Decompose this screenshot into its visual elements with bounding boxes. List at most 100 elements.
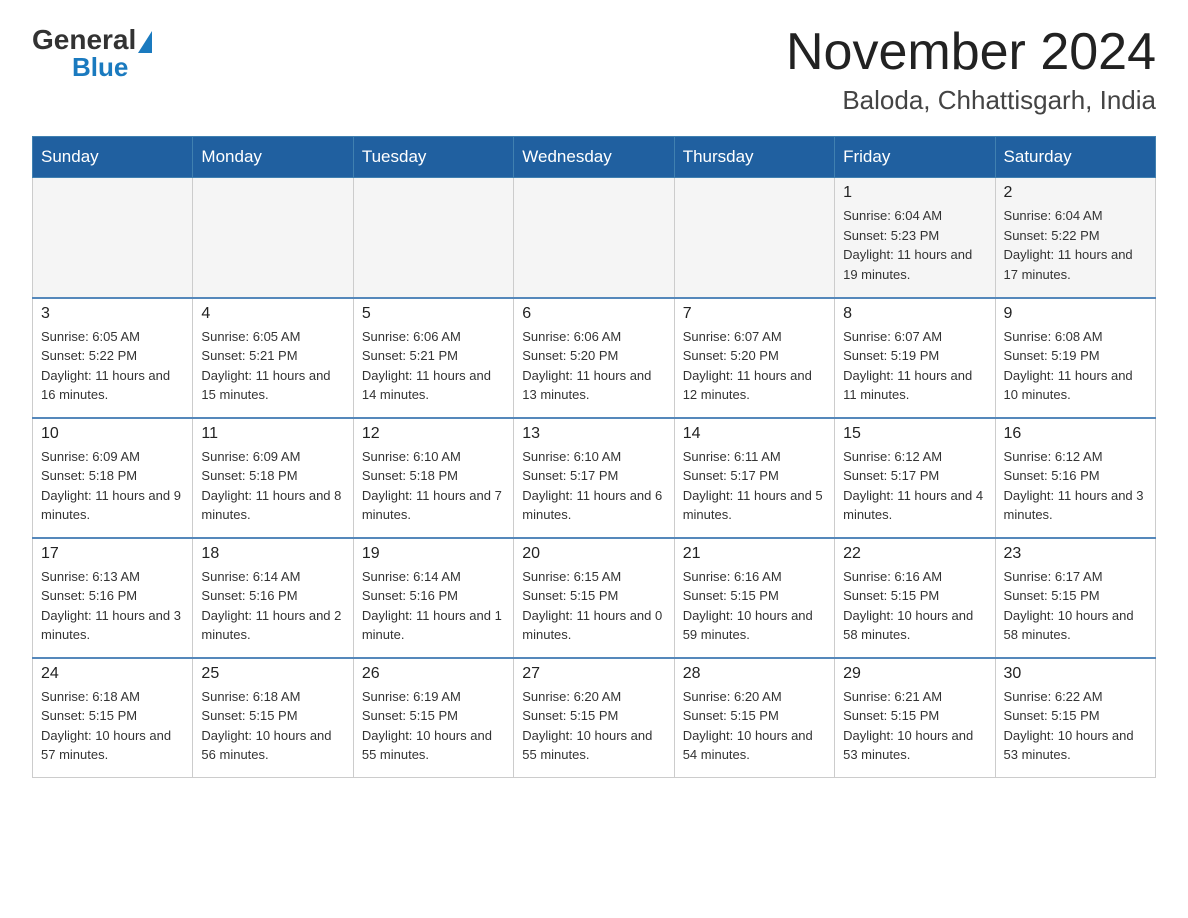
day-number: 20 [522,545,665,563]
day-number: 4 [201,305,344,323]
title-area: November 2024 Baloda, Chhattisgarh, Indi… [786,24,1156,116]
week-row-5: 24 Sunrise: 6:18 AM Sunset: 5:15 PM Dayli… [33,658,1156,778]
page-header: General Blue November 2024 Baloda, Chhat… [32,24,1156,116]
day-cell: 4 Sunrise: 6:05 AM Sunset: 5:21 PM Daylig… [193,298,353,418]
day-info: Sunrise: 6:13 AM Sunset: 5:16 PM Dayligh… [41,567,184,645]
day-number: 27 [522,665,665,683]
header-friday: Friday [835,137,995,178]
day-number: 8 [843,305,986,323]
day-cell: 19 Sunrise: 6:14 AM Sunset: 5:16 PM Dayli… [353,538,513,658]
day-number: 21 [683,545,826,563]
day-number: 13 [522,425,665,443]
day-number: 22 [843,545,986,563]
day-info: Sunrise: 6:16 AM Sunset: 5:15 PM Dayligh… [843,567,986,645]
day-cell: 27Sunrise: 6:20 AM Sunset: 5:15 PM Dayli… [514,658,674,778]
day-number: 11 [201,425,344,443]
day-cell: 15 Sunrise: 6:12 AM Sunset: 5:17 PM Dayli… [835,418,995,538]
day-info: Sunrise: 6:14 AM Sunset: 5:16 PM Dayligh… [201,567,344,645]
day-cell: 12 Sunrise: 6:10 AM Sunset: 5:18 PM Dayli… [353,418,513,538]
day-cell [193,178,353,298]
header-tuesday: Tuesday [353,137,513,178]
month-title: November 2024 [786,24,1156,81]
day-number: 6 [522,305,665,323]
day-cell [33,178,193,298]
day-info: Sunrise: 6:12 AM Sunset: 5:17 PM Dayligh… [843,447,986,525]
day-number: 28 [683,665,826,683]
header-saturday: Saturday [995,137,1155,178]
day-number: 16 [1004,425,1147,443]
day-number: 26 [362,665,505,683]
day-info: Sunrise: 6:15 AM Sunset: 5:15 PM Dayligh… [522,567,665,645]
day-cell: 1 Sunrise: 6:04 AM Sunset: 5:23 PM Daylig… [835,178,995,298]
day-cell: 22 Sunrise: 6:16 AM Sunset: 5:15 PM Dayli… [835,538,995,658]
day-cell: 30Sunrise: 6:22 AM Sunset: 5:15 PM Dayli… [995,658,1155,778]
header-wednesday: Wednesday [514,137,674,178]
day-info: Sunrise: 6:16 AM Sunset: 5:15 PM Dayligh… [683,567,826,645]
day-number: 3 [41,305,184,323]
week-row-4: 17 Sunrise: 6:13 AM Sunset: 5:16 PM Dayli… [33,538,1156,658]
day-cell: 20 Sunrise: 6:15 AM Sunset: 5:15 PM Dayli… [514,538,674,658]
day-info: Sunrise: 6:09 AM Sunset: 5:18 PM Dayligh… [41,447,184,525]
day-cell: 7Sunrise: 6:07 AM Sunset: 5:20 PM Daylig… [674,298,834,418]
day-info: Sunrise: 6:12 AM Sunset: 5:16 PM Dayligh… [1004,447,1147,525]
day-cell [674,178,834,298]
day-cell [514,178,674,298]
day-cell: 3 Sunrise: 6:05 AM Sunset: 5:22 PM Daylig… [33,298,193,418]
day-number: 29 [843,665,986,683]
day-info: Sunrise: 6:06 AM Sunset: 5:20 PM Dayligh… [522,327,665,405]
day-cell: 26 Sunrise: 6:19 AM Sunset: 5:15 PM Dayli… [353,658,513,778]
day-number: 7 [683,305,826,323]
day-number: 12 [362,425,505,443]
day-cell: 9Sunrise: 6:08 AM Sunset: 5:19 PM Daylig… [995,298,1155,418]
day-number: 17 [41,545,184,563]
day-info: Sunrise: 6:05 AM Sunset: 5:21 PM Dayligh… [201,327,344,405]
day-info: Sunrise: 6:11 AM Sunset: 5:17 PM Dayligh… [683,447,826,525]
logo-triangle-icon [138,31,152,53]
day-number: 14 [683,425,826,443]
day-cell: 8Sunrise: 6:07 AM Sunset: 5:19 PM Daylig… [835,298,995,418]
day-info: Sunrise: 6:10 AM Sunset: 5:17 PM Dayligh… [522,447,665,525]
day-cell: 18 Sunrise: 6:14 AM Sunset: 5:16 PM Dayli… [193,538,353,658]
header-thursday: Thursday [674,137,834,178]
day-number: 30 [1004,665,1147,683]
header-sunday: Sunday [33,137,193,178]
day-number: 9 [1004,305,1147,323]
week-row-2: 3 Sunrise: 6:05 AM Sunset: 5:22 PM Daylig… [33,298,1156,418]
day-info: Sunrise: 6:18 AM Sunset: 5:15 PM Dayligh… [201,687,344,765]
day-cell: 16 Sunrise: 6:12 AM Sunset: 5:16 PM Dayli… [995,418,1155,538]
week-row-1: 1 Sunrise: 6:04 AM Sunset: 5:23 PM Daylig… [33,178,1156,298]
day-info: Sunrise: 6:09 AM Sunset: 5:18 PM Dayligh… [201,447,344,525]
day-number: 18 [201,545,344,563]
day-info: Sunrise: 6:17 AM Sunset: 5:15 PM Dayligh… [1004,567,1147,645]
day-cell: 24 Sunrise: 6:18 AM Sunset: 5:15 PM Dayli… [33,658,193,778]
week-row-3: 10 Sunrise: 6:09 AM Sunset: 5:18 PM Dayli… [33,418,1156,538]
day-number: 19 [362,545,505,563]
day-cell: 21 Sunrise: 6:16 AM Sunset: 5:15 PM Dayli… [674,538,834,658]
logo: General Blue [32,24,154,83]
weekday-header-row: Sunday Monday Tuesday Wednesday Thursday… [33,137,1156,178]
day-info: Sunrise: 6:10 AM Sunset: 5:18 PM Dayligh… [362,447,505,525]
day-cell: 29 Sunrise: 6:21 AM Sunset: 5:15 PM Dayli… [835,658,995,778]
day-number: 2 [1004,184,1147,202]
day-cell: 13 Sunrise: 6:10 AM Sunset: 5:17 PM Dayli… [514,418,674,538]
day-number: 24 [41,665,184,683]
day-cell: 5Sunrise: 6:06 AM Sunset: 5:21 PM Daylig… [353,298,513,418]
day-number: 15 [843,425,986,443]
day-info: Sunrise: 6:04 AM Sunset: 5:22 PM Dayligh… [1004,206,1147,284]
day-info: Sunrise: 6:19 AM Sunset: 5:15 PM Dayligh… [362,687,505,765]
day-info: Sunrise: 6:21 AM Sunset: 5:15 PM Dayligh… [843,687,986,765]
day-cell: 6 Sunrise: 6:06 AM Sunset: 5:20 PM Daylig… [514,298,674,418]
day-number: 25 [201,665,344,683]
day-info: Sunrise: 6:20 AM Sunset: 5:15 PM Dayligh… [683,687,826,765]
day-info: Sunrise: 6:06 AM Sunset: 5:21 PM Dayligh… [362,327,505,405]
day-info: Sunrise: 6:14 AM Sunset: 5:16 PM Dayligh… [362,567,505,645]
day-cell [353,178,513,298]
day-number: 1 [843,184,986,202]
day-cell: 10 Sunrise: 6:09 AM Sunset: 5:18 PM Dayli… [33,418,193,538]
day-cell: 28 Sunrise: 6:20 AM Sunset: 5:15 PM Dayli… [674,658,834,778]
day-info: Sunrise: 6:18 AM Sunset: 5:15 PM Dayligh… [41,687,184,765]
day-info: Sunrise: 6:04 AM Sunset: 5:23 PM Dayligh… [843,206,986,284]
day-number: 10 [41,425,184,443]
day-info: Sunrise: 6:05 AM Sunset: 5:22 PM Dayligh… [41,327,184,405]
day-cell: 23Sunrise: 6:17 AM Sunset: 5:15 PM Dayli… [995,538,1155,658]
